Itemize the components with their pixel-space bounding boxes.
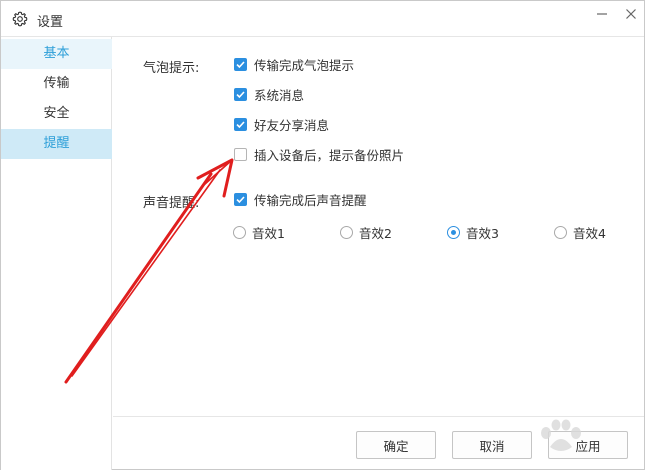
sound-effect-2[interactable]: 音效2 [340, 224, 392, 241]
radio-label: 音效3 [466, 225, 499, 241]
checkbox-checked[interactable] [234, 87, 247, 101]
sidebar-nav: 基本 传输 安全 提醒 [1, 37, 112, 470]
sidebar-item-security[interactable]: 安全 [1, 99, 112, 129]
watermark-paw-icon [541, 419, 581, 451]
sidebar-item-transfer[interactable]: 传输 [1, 69, 112, 99]
radio-button[interactable] [554, 225, 567, 239]
ok-button[interactable]: 确定 [356, 431, 436, 459]
checkbox-label: 好友分享消息 [254, 117, 330, 133]
bubble-option-backup-photos[interactable]: 插入设备后，提示备份照片 [234, 146, 405, 163]
checkbox-checked[interactable] [234, 117, 247, 131]
sound-effect-3[interactable]: 音效3 [447, 224, 499, 241]
checkbox-label: 插入设备后，提示备份照片 [254, 147, 405, 163]
gear-icon [12, 11, 28, 27]
radio-button[interactable] [340, 225, 353, 239]
close-button[interactable] [619, 5, 643, 25]
settings-window: 设置 基本 传输 安全 提醒 气泡提示: 传输完成气泡提示 系统消息 好友分享消… [0, 0, 645, 470]
radio-label: 音效1 [252, 225, 285, 241]
sidebar-item-basic[interactable]: 基本 [1, 39, 112, 69]
title-bar: 设置 [1, 1, 644, 37]
bubble-section-label: 气泡提示: [143, 61, 200, 76]
sound-option-transfer-complete[interactable]: 传输完成后声音提醒 [234, 191, 367, 208]
radio-button[interactable] [233, 225, 246, 239]
checkbox-label: 系统消息 [254, 87, 305, 103]
checkbox-checked[interactable] [234, 192, 247, 206]
sound-effect-4[interactable]: 音效4 [554, 224, 606, 241]
bubble-option-friend-share[interactable]: 好友分享消息 [234, 116, 330, 133]
minimize-button[interactable] [590, 5, 614, 25]
checkbox-label: 传输完成气泡提示 [254, 57, 355, 73]
radio-label: 音效4 [573, 225, 606, 241]
close-icon [625, 8, 637, 23]
radio-dot [451, 229, 456, 235]
bubble-option-transfer-complete[interactable]: 传输完成气泡提示 [234, 56, 355, 73]
sidebar-item-reminder[interactable]: 提醒 [1, 129, 112, 159]
sound-section-label: 声音提醒: [143, 196, 200, 211]
minimize-icon [596, 8, 608, 23]
bubble-option-system-message[interactable]: 系统消息 [234, 86, 305, 103]
sound-effect-1[interactable]: 音效1 [233, 224, 285, 241]
radio-button-selected[interactable] [447, 225, 460, 239]
checkbox-label: 传输完成后声音提醒 [254, 192, 367, 208]
window-title: 设置 [37, 15, 64, 30]
checkbox-unchecked[interactable] [234, 147, 247, 161]
radio-label: 音效2 [359, 225, 392, 241]
checkbox-checked[interactable] [234, 57, 247, 71]
